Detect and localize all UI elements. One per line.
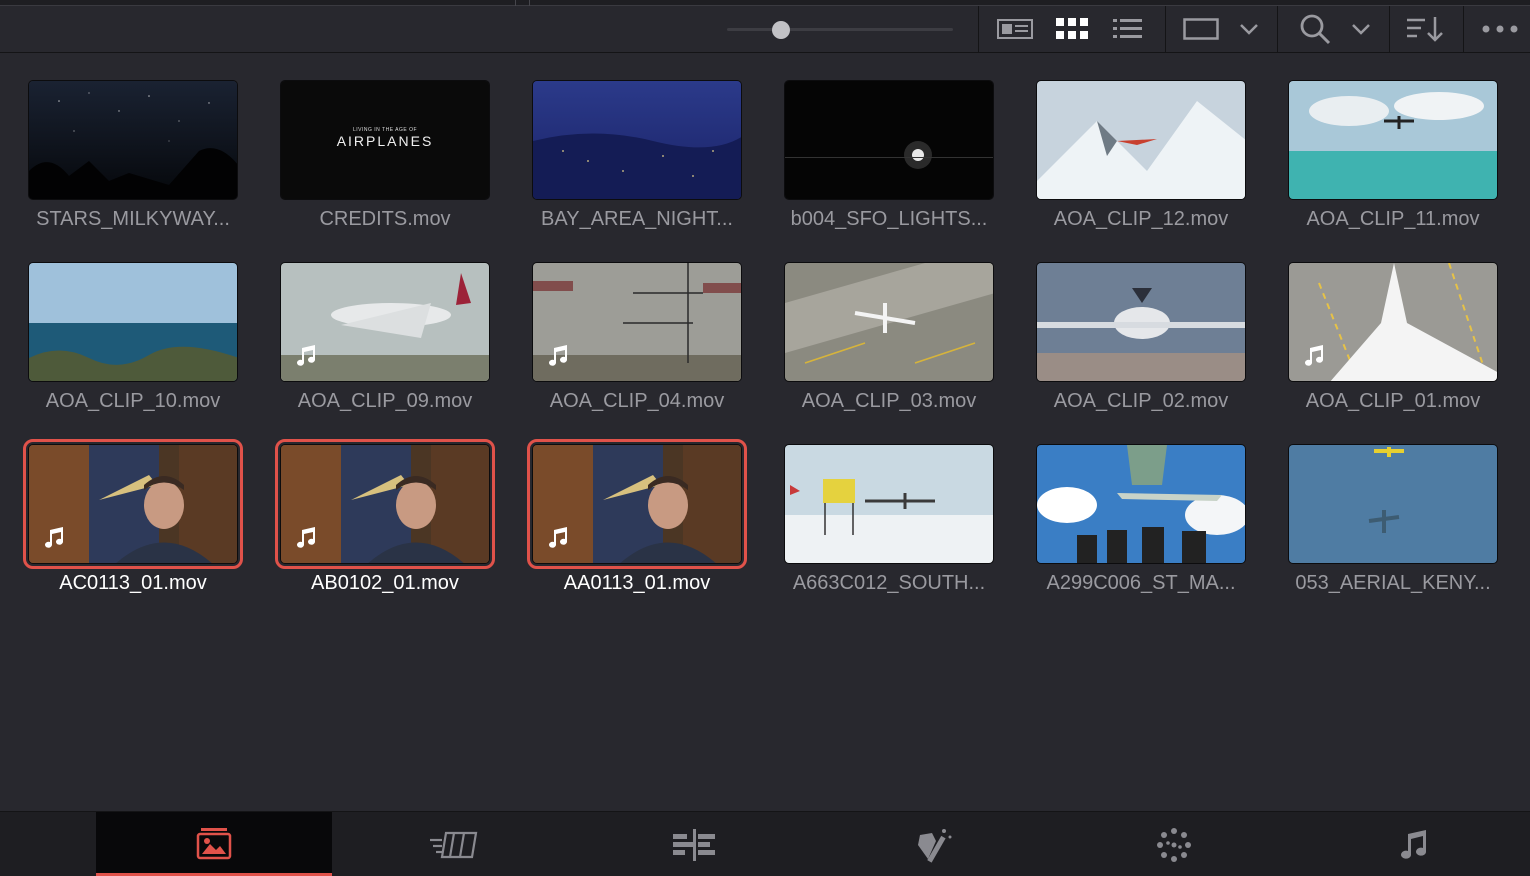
clip-image[interactable]	[784, 80, 994, 200]
list-view-icon[interactable]	[1108, 12, 1148, 46]
clip-thumbnail[interactable]: A663C012_SOUTH...	[756, 418, 1008, 594]
media-page-icon[interactable]	[96, 812, 332, 876]
clip-thumbnail[interactable]: LIVING IN THE AGE OF AIRPLANES CREDITS.mov	[252, 54, 504, 230]
clip-preview	[1037, 445, 1245, 563]
clip-image[interactable]	[28, 80, 238, 200]
chevron-down-icon[interactable]	[1235, 12, 1263, 46]
clip-thumbnail[interactable]: STARS_MILKYWAY...	[0, 54, 252, 230]
clip-preview	[1037, 263, 1245, 381]
zoom-slider-thumb[interactable]	[772, 21, 790, 39]
clip-name: AOA_CLIP_01.mov	[1305, 390, 1481, 412]
clip-name: AC0113_01.mov	[59, 572, 207, 594]
thumbnail-view-icon[interactable]	[1052, 12, 1092, 46]
clip-preview	[1289, 81, 1497, 199]
clip-image[interactable]	[280, 262, 490, 382]
clip-image[interactable]	[1036, 80, 1246, 200]
clip-thumbnail[interactable]: BAY_AREA_NIGHT...	[504, 54, 756, 230]
fusion-page-icon[interactable]	[816, 812, 1052, 876]
clip-name: STARS_MILKYWAY...	[36, 208, 230, 230]
clip-thumbnail[interactable]: 053_AERIAL_KENY...	[1260, 418, 1512, 594]
clip-name: BAY_AREA_NIGHT...	[541, 208, 733, 230]
clip-preview	[785, 263, 993, 381]
metadata-view-icon[interactable]	[995, 12, 1035, 46]
clip-thumbnail[interactable]: AOA_CLIP_10.mov	[0, 236, 252, 412]
clip-name: AOA_CLIP_04.mov	[549, 390, 725, 412]
page-navigation-bar	[0, 811, 1530, 876]
clip-thumbnail[interactable]: AOA_CLIP_03.mov	[756, 236, 1008, 412]
audio-note-icon	[547, 526, 569, 553]
media-pool-grid: STARS_MILKYWAY... LIVING IN THE AGE OF AIR…	[0, 54, 1530, 811]
clip-image[interactable]	[527, 439, 747, 569]
clip-name: AOA_CLIP_12.mov	[1053, 208, 1229, 230]
clip-thumbnail[interactable]: b004_SFO_LIGHTS...	[756, 54, 1008, 230]
clip-image[interactable]	[275, 439, 495, 569]
clip-name: A299C006_ST_MA...	[1046, 572, 1236, 594]
audio-note-icon	[43, 526, 65, 553]
clip-size-icon[interactable]	[1180, 12, 1222, 46]
cut-page-icon[interactable]	[336, 812, 572, 876]
clip-image[interactable]	[532, 80, 742, 200]
clip-name: AOA_CLIP_09.mov	[297, 390, 473, 412]
clip-preview	[1289, 445, 1497, 563]
edit-page-icon[interactable]	[576, 812, 812, 876]
clip-image[interactable]	[1288, 262, 1498, 382]
clip-thumbnail[interactable]: AOA_CLIP_11.mov	[1260, 54, 1512, 230]
clip-name: AA0113_01.mov	[563, 572, 711, 594]
clip-preview	[785, 81, 993, 199]
audio-note-icon	[295, 526, 317, 553]
color-page-icon[interactable]	[1056, 812, 1292, 876]
clip-thumbnail[interactable]: AC0113_01.mov	[0, 418, 252, 594]
clip-image[interactable]	[1288, 444, 1498, 564]
title-card-big-text: AIRPLANES	[336, 133, 434, 149]
clip-preview	[1037, 81, 1245, 199]
clip-image[interactable]	[28, 262, 238, 382]
clip-image[interactable]	[532, 262, 742, 382]
clip-thumbnail[interactable]: A299C006_ST_MA...	[1008, 418, 1260, 594]
clip-name: CREDITS.mov	[319, 208, 451, 230]
clip-thumbnail[interactable]: AOA_CLIP_04.mov	[504, 236, 756, 412]
clip-name: AOA_CLIP_10.mov	[45, 390, 221, 412]
sort-icon[interactable]	[1403, 12, 1447, 46]
clip-thumbnail[interactable]: AOA_CLIP_02.mov	[1008, 236, 1260, 412]
clip-name: b004_SFO_LIGHTS...	[790, 208, 988, 230]
clip-image[interactable]	[1036, 262, 1246, 382]
clip-name: AOA_CLIP_02.mov	[1053, 390, 1229, 412]
clip-image[interactable]	[784, 444, 994, 564]
more-options-icon[interactable]	[1478, 12, 1522, 46]
clip-preview	[533, 81, 741, 199]
audio-note-icon	[547, 344, 569, 371]
chevron-down-icon[interactable]	[1347, 12, 1375, 46]
fairlight-page-icon[interactable]	[1296, 812, 1530, 876]
clip-thumbnail[interactable]: AOA_CLIP_09.mov	[252, 236, 504, 412]
clip-image[interactable]	[23, 439, 243, 569]
clip-image[interactable]	[784, 262, 994, 382]
clip-name: AB0102_01.mov	[311, 572, 459, 594]
search-icon[interactable]	[1295, 12, 1335, 46]
audio-note-icon	[295, 344, 317, 371]
clip-image[interactable]	[1288, 80, 1498, 200]
clip-name: 053_AERIAL_KENY...	[1295, 572, 1491, 594]
zoom-slider-track[interactable]	[727, 28, 953, 31]
clip-thumbnail[interactable]: AOA_CLIP_12.mov	[1008, 54, 1260, 230]
clip-thumbnail[interactable]: AA0113_01.mov	[504, 418, 756, 594]
audio-note-icon	[1303, 344, 1325, 371]
clip-thumbnail[interactable]: AB0102_01.mov	[252, 418, 504, 594]
media-pool-toolbar	[0, 6, 1530, 53]
clip-preview	[29, 81, 237, 199]
clip-thumbnail[interactable]: AOA_CLIP_01.mov	[1260, 236, 1512, 412]
clip-image[interactable]	[1036, 444, 1246, 564]
clip-name: A663C012_SOUTH...	[792, 572, 986, 594]
clip-preview	[29, 263, 237, 381]
clip-name: AOA_CLIP_03.mov	[801, 390, 977, 412]
clip-preview	[785, 445, 993, 563]
clip-name: AOA_CLIP_11.mov	[1306, 208, 1480, 230]
clip-image[interactable]: LIVING IN THE AGE OF AIRPLANES	[280, 80, 490, 200]
